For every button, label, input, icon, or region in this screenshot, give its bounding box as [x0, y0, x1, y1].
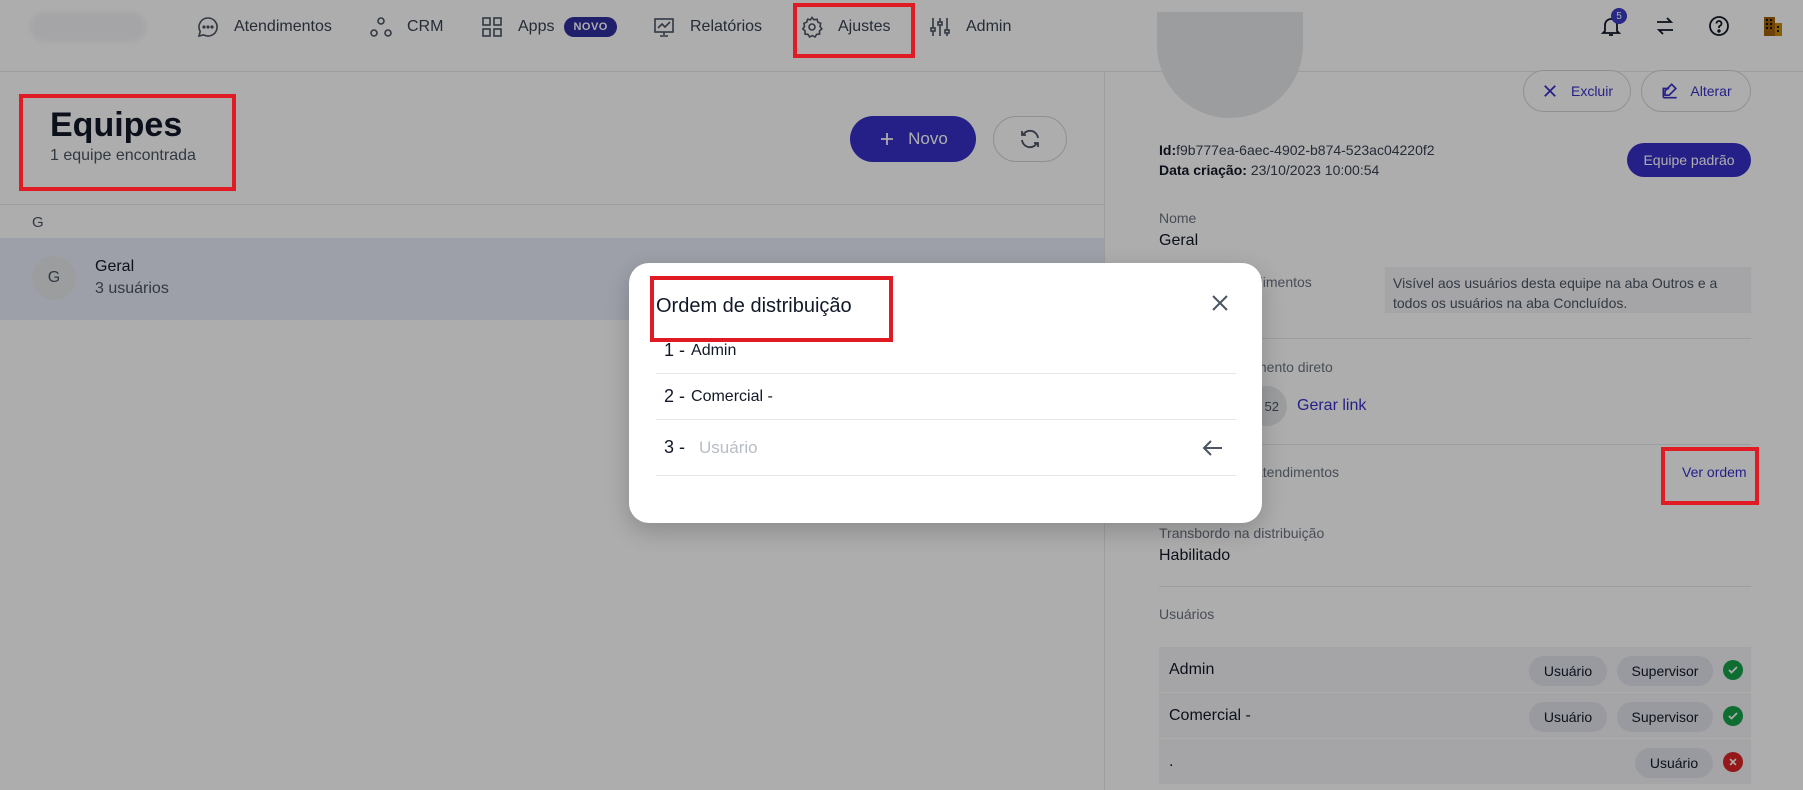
user-input[interactable] — [699, 437, 1180, 458]
modal-title: Ordem de distribuição — [656, 295, 852, 317]
order-number: 3 - — [664, 437, 686, 457]
order-input-row: 3 - — [656, 420, 1236, 476]
order-row: 2 - Comercial - — [656, 374, 1236, 420]
close-icon[interactable] — [1208, 291, 1232, 315]
order-number: 1 - — [664, 340, 686, 360]
order-row: 1 - Admin — [656, 328, 1236, 374]
distribution-order-modal: Ordem de distribuição 1 - Admin 2 - Come… — [629, 263, 1262, 523]
order-user-name: Admin — [691, 341, 737, 359]
order-number: 2 - — [664, 386, 686, 406]
order-user-name: Comercial - — [691, 387, 773, 405]
arrow-left-icon[interactable] — [1200, 436, 1226, 460]
